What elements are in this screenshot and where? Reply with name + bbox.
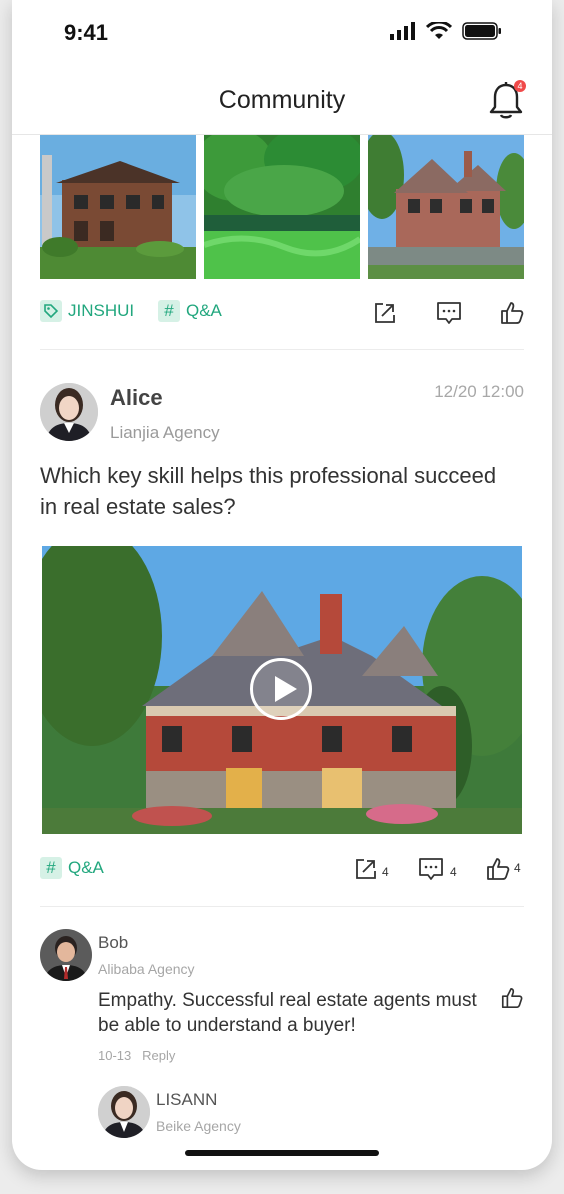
tag-icon: [40, 300, 62, 322]
post-video[interactable]: [42, 546, 522, 834]
home-indicator[interactable]: [185, 1150, 379, 1156]
share-count: 4: [382, 865, 389, 879]
phone-screen: 9:41 Community 4 JINSHUI # Q&A Alice Lia…: [12, 0, 552, 1170]
post-timestamp: 12/20 12:00: [434, 382, 524, 401]
wifi-icon: [426, 22, 452, 39]
reply-text: Empathy. Successful real estate agents m…: [98, 990, 477, 1036]
avatar[interactable]: [40, 383, 98, 441]
hash-icon: #: [40, 857, 62, 879]
post2-tag-qa[interactable]: # Q&A: [40, 857, 104, 879]
nav-bar: Community 4: [12, 62, 552, 135]
reply-author[interactable]: Bob: [98, 933, 128, 953]
reply-meta: 10-13 Reply: [98, 1048, 175, 1063]
avatar[interactable]: [98, 1086, 150, 1138]
tag-label: JINSHUI: [68, 301, 135, 320]
like-count: 4: [514, 861, 521, 875]
author-name[interactable]: Alice: [110, 385, 163, 411]
reply-agency: Alibaba Agency: [98, 961, 195, 977]
post-image-villa[interactable]: [40, 135, 196, 279]
notification-button[interactable]: 4: [488, 80, 526, 120]
like-icon[interactable]: [499, 300, 525, 326]
post-divider: [40, 349, 524, 350]
comment-count: 4: [450, 865, 457, 879]
reply-button[interactable]: Reply: [142, 1048, 175, 1063]
post1-tag-jinshui[interactable]: JINSHUI: [40, 300, 134, 322]
status-icons: [390, 22, 502, 40]
feed[interactable]: JINSHUI # Q&A Alice Lianjia Agency 12/20…: [12, 135, 552, 1170]
post-image-manor[interactable]: [368, 135, 524, 279]
status-time: 9:41: [64, 20, 109, 45]
author-agency: Lianjia Agency: [110, 423, 220, 442]
tag-label: Q&A: [186, 301, 222, 320]
comment-icon[interactable]: [436, 300, 462, 326]
battery-icon: [462, 22, 501, 40]
tag-label: Q&A: [68, 858, 104, 877]
share-icon[interactable]: [372, 300, 398, 326]
share-icon[interactable]: [353, 856, 379, 882]
post-image-garden[interactable]: [204, 135, 360, 279]
reply-agency: Beike Agency: [156, 1118, 241, 1134]
play-icon[interactable]: [250, 658, 312, 720]
post-divider: [40, 906, 524, 907]
hash-icon: #: [158, 300, 180, 322]
post-question: Which key skill helps this professional …: [40, 463, 497, 519]
notification-badge: 4: [514, 80, 526, 92]
page-title: Community: [218, 86, 346, 114]
like-icon[interactable]: [485, 856, 511, 882]
reply-author[interactable]: LISANN: [156, 1090, 217, 1110]
signal-icon: [390, 22, 415, 40]
status-bar: 9:41: [12, 0, 552, 62]
reply-date: 10-13: [98, 1048, 132, 1063]
like-icon[interactable]: [500, 986, 524, 1010]
avatar[interactable]: [40, 929, 92, 981]
post1-tag-qa[interactable]: # Q&A: [158, 300, 222, 322]
comment-icon[interactable]: [418, 856, 444, 882]
